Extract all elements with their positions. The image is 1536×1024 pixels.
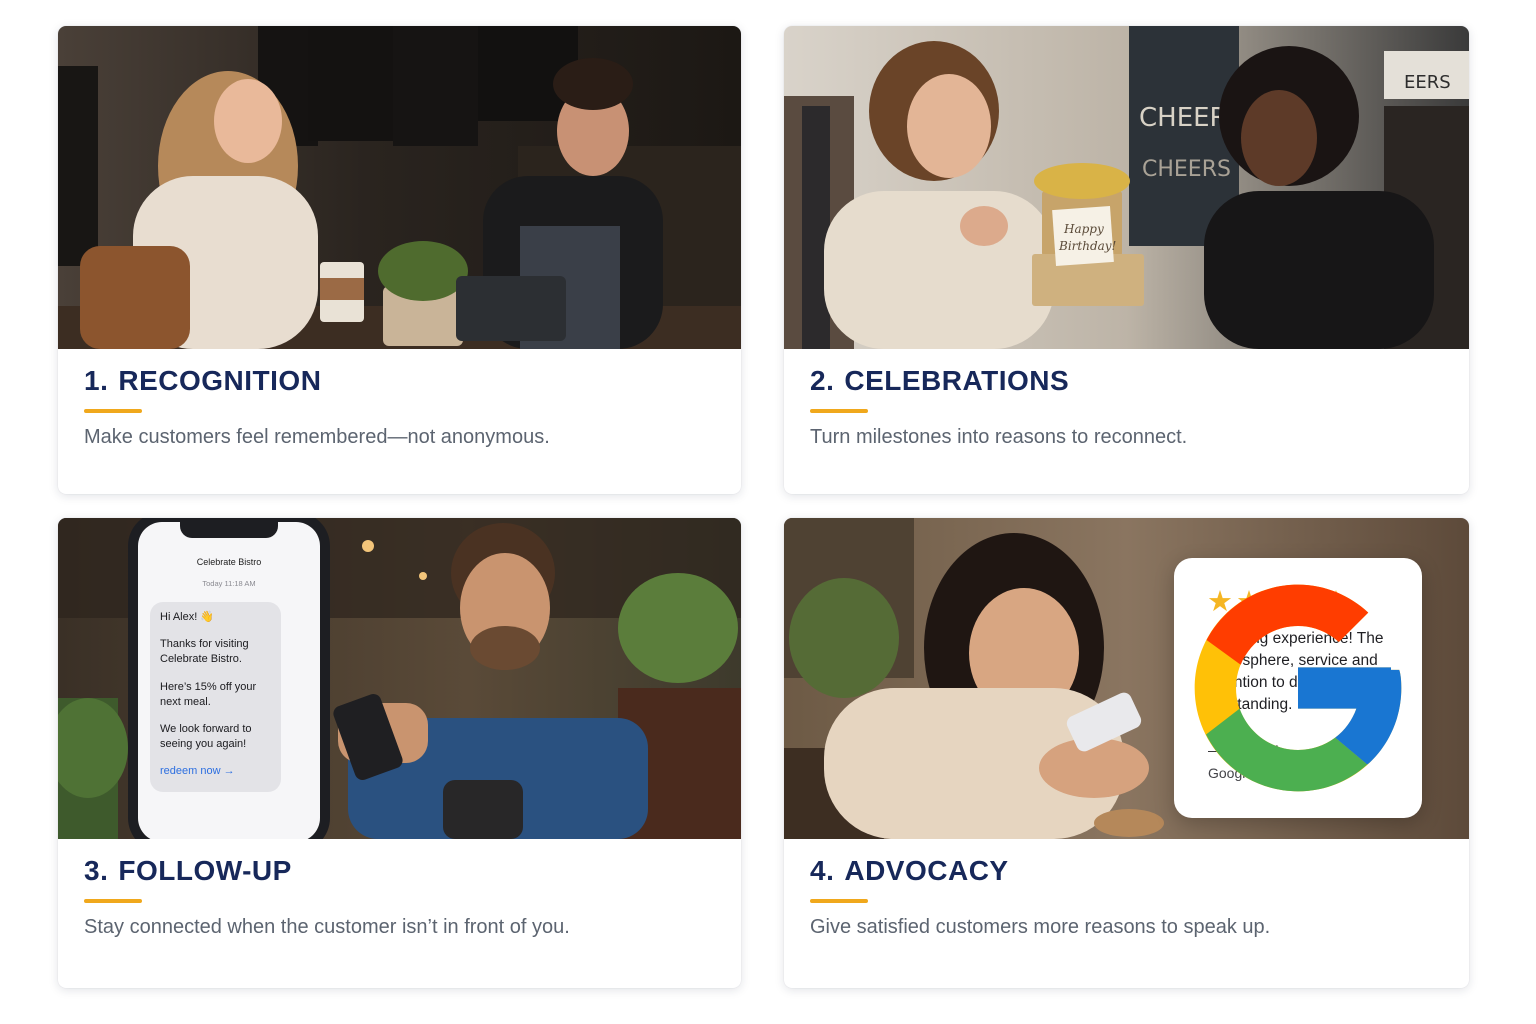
store-sign-text: CHEERS [1142, 157, 1231, 182]
phone-notch [180, 522, 278, 538]
card-number: 4. [810, 855, 835, 886]
accent-underline [84, 409, 142, 413]
accent-underline [810, 409, 868, 413]
google-review-card: ★★★★★ Amazing experience! The atmosphere… [1174, 558, 1422, 818]
gift-tag-text: Birthday! [1058, 239, 1117, 253]
sms-message-bubble: Hi Alex! 👋 Thanks for visiting Celebrate… [150, 602, 281, 792]
sms-greeting: Hi Alex! 👋 [160, 611, 215, 623]
card-title: 3. FOLLOW-UP [84, 855, 292, 887]
card-body: 3. FOLLOW-UP Stay connected when the cust… [58, 839, 741, 988]
card-title: 1. RECOGNITION [84, 365, 321, 397]
card-number: 1. [84, 365, 109, 396]
card-description: Stay connected when the customer isn’t i… [84, 916, 570, 938]
card-description: Give satisfied customers more reasons to… [810, 916, 1271, 938]
sms-contact-name: Celebrate Bistro [196, 557, 262, 567]
sms-line: We look forward to seeing you again! [160, 722, 252, 751]
card-title-text: ADVOCACY [844, 855, 1009, 886]
card-recognition: 1. RECOGNITION Make customers feel rememb… [58, 26, 741, 494]
sms-timestamp: Today 11:18 AM [202, 579, 256, 588]
store-sign-text: EERS [1404, 72, 1451, 93]
card-title-text: CELEBRATIONS [844, 365, 1070, 396]
review-photo: ★★★★★ Amazing experience! The atmosphere… [784, 518, 1469, 839]
card-title: 4. ADVOCACY [810, 855, 1009, 887]
card-body: 1. RECOGNITION Make customers feel rememb… [58, 349, 741, 494]
card-number: 3. [84, 855, 109, 886]
card-title: 2. CELEBRATIONS [810, 365, 1069, 397]
google-g-icon [1194, 584, 1402, 792]
birthday-gift-photo: CHEERS CHEERS EERS Happy Birthday! [784, 26, 1469, 349]
sms-line: Here’s 15% off your next meal. [160, 680, 257, 708]
card-description: Turn milestones into reasons to reconnec… [810, 426, 1188, 448]
card-follow-up: Celebrate Bistro Today 11:18 AM Hi Alex!… [58, 518, 741, 988]
phone-screen: Celebrate Bistro Today 11:18 AM Hi Alex!… [138, 522, 320, 839]
phone-mockup: Celebrate Bistro Today 11:18 AM Hi Alex!… [128, 518, 330, 839]
card-advocacy: ★★★★★ Amazing experience! The atmosphere… [784, 518, 1469, 988]
card-description: Make customers feel remembered—not anony… [84, 426, 550, 448]
accent-underline [810, 899, 868, 903]
card-title-text: FOLLOW-UP [118, 855, 292, 886]
text-message-photo: Celebrate Bistro Today 11:18 AM Hi Alex!… [58, 518, 741, 839]
card-celebrations: CHEERS CHEERS EERS Happy Birthday! 2. CEL… [784, 26, 1469, 494]
gift-tag-text: Happy [1063, 222, 1104, 236]
cafe-greeting-photo [58, 26, 741, 349]
accent-underline [84, 899, 142, 903]
redeem-link[interactable]: redeem now → [160, 765, 235, 777]
card-body: 2. CELEBRATIONS Turn milestones into reas… [784, 349, 1469, 494]
card-body: 4. ADVOCACY Give satisfied customers more… [784, 839, 1469, 988]
card-title-text: RECOGNITION [118, 365, 322, 396]
sms-line: Thanks for visiting Celebrate Bistro. [160, 638, 249, 666]
card-number: 2. [810, 365, 835, 396]
